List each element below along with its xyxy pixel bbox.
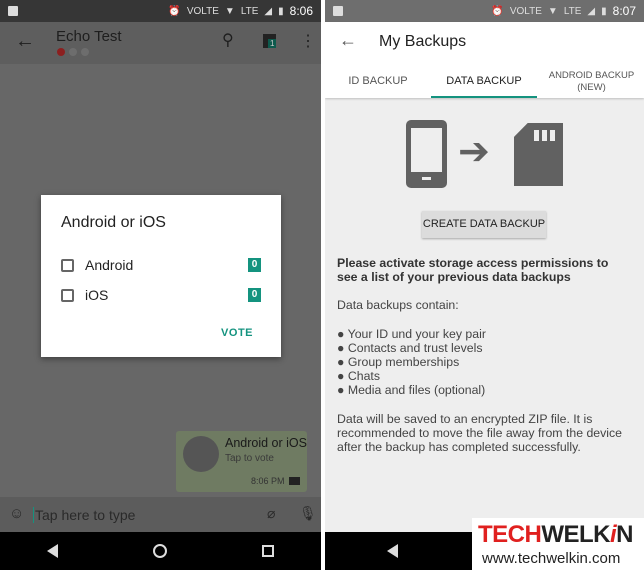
tab-android-backup[interactable]: ANDROID BACKUP (NEW) <box>539 70 644 94</box>
toolbar: ← Echo Test ⚲ 1 ⋮ <box>0 22 321 64</box>
image-notification-icon <box>333 6 343 16</box>
page-title: My Backups <box>379 33 467 50</box>
poll-option-android[interactable]: Android 0 <box>61 257 261 273</box>
signal-icon: ◢ <box>264 5 273 17</box>
battery-icon: ▮ <box>601 5 607 17</box>
contains-list: ● Your ID und your key pair ● Contacts a… <box>337 327 632 397</box>
volte-icon: VOLTE <box>186 5 219 17</box>
more-options-icon[interactable]: ⋮ <box>300 31 316 51</box>
active-tab-indicator <box>431 96 537 98</box>
permission-text: Please activate storage access permissio… <box>337 256 609 284</box>
battery-icon: ▮ <box>278 5 284 17</box>
navigation-bar <box>0 532 321 570</box>
signal-icon: ◢ <box>587 5 596 17</box>
status-bar: ⏰ VOLTE ▼ LTE ◢ ▮ 8:07 <box>325 0 644 22</box>
alarm-icon: ⏰ <box>168 5 181 17</box>
poll-option-ios[interactable]: iOS 0 <box>61 287 261 303</box>
poll-badge: 1 <box>268 39 277 48</box>
wifi-icon: ▼ <box>547 5 558 17</box>
vote-button[interactable]: VOTE <box>221 327 253 339</box>
list-item: ● Chats <box>337 369 380 383</box>
status-dots <box>57 48 89 56</box>
list-item: ● Media and files (optional) <box>337 383 486 397</box>
lte-signal-icon: LTE <box>240 5 259 17</box>
back-nav-icon[interactable] <box>387 544 398 558</box>
chat-title: Echo Test <box>56 28 122 45</box>
list-item: ● Your ID und your key pair <box>337 327 486 341</box>
list-item: ● Group memberships <box>337 355 460 369</box>
vote-count: 0 <box>248 258 261 272</box>
echo-chat-screen: ⏰ VOLTE ▼ LTE ◢ ▮ 8:06 ← Echo Test ⚲ 1 ⋮… <box>0 0 321 570</box>
arrow-right-icon: ➔ <box>458 131 490 173</box>
home-nav-icon[interactable] <box>152 544 167 558</box>
poll-avatar-icon <box>183 436 219 472</box>
message-title: Android or iOS <box>225 436 307 450</box>
message-subtitle: Tap to vote <box>225 453 274 464</box>
clock: 8:06 <box>289 4 313 18</box>
checkbox[interactable] <box>61 258 74 272</box>
phone-icon <box>406 120 447 188</box>
recents-nav-icon[interactable] <box>261 545 274 557</box>
message-input[interactable]: Tap here to type <box>33 507 135 523</box>
image-notification-icon <box>8 6 18 16</box>
clock: 8:07 <box>612 4 636 18</box>
option-label: iOS <box>85 287 109 303</box>
emoji-icon[interactable]: ☺ <box>9 505 24 522</box>
back-nav-icon[interactable] <box>47 544 59 558</box>
wifi-icon: ▼ <box>224 5 235 17</box>
attach-icon[interactable]: ⌀ <box>267 505 275 522</box>
option-label: Android <box>85 257 134 273</box>
envelope-icon <box>289 477 300 485</box>
poll-title: Android or iOS <box>61 214 166 231</box>
microphone-icon[interactable]: 🎙 <box>299 505 317 522</box>
tab-data-backup[interactable]: DATA BACKUP <box>431 75 537 87</box>
search-icon[interactable]: ⚲ <box>222 30 234 50</box>
lte-signal-icon: LTE <box>563 5 582 17</box>
watermark-url: www.techwelkin.com <box>482 550 621 567</box>
header: ← My Backups ID BACKUP DATA BACKUP ANDRO… <box>325 22 644 98</box>
poll-dialog: Android or iOS Android 0 iOS 0 VOTE <box>41 195 281 357</box>
poll-message[interactable]: Android or iOS Tap to vote 8:06 PM <box>176 431 307 492</box>
techwelkin-watermark: TECHWELKiN www.techwelkin.com <box>472 518 644 570</box>
footer-text: Data will be saved to an encrypted ZIP f… <box>337 412 623 454</box>
contains-heading: Data backups contain: <box>337 298 459 312</box>
status-bar: ⏰ VOLTE ▼ LTE ◢ ▮ 8:06 <box>0 0 321 22</box>
message-input-bar: ☺ Tap here to type ⌀ 🎙 <box>0 497 321 532</box>
volte-icon: VOLTE <box>509 5 542 17</box>
my-backups-screen: ⏰ VOLTE ▼ LTE ◢ ▮ 8:07 ← My Backups ID B… <box>325 0 644 570</box>
message-time: 8:06 PM <box>251 476 285 486</box>
alarm-icon: ⏰ <box>491 5 504 17</box>
checkbox[interactable] <box>61 288 74 302</box>
vote-count: 0 <box>248 288 261 302</box>
tab-id-backup[interactable]: ID BACKUP <box>325 75 431 87</box>
poll-icon[interactable]: 1 <box>263 34 277 48</box>
back-arrow-icon[interactable]: ← <box>15 30 35 53</box>
list-item: ● Contacts and trust levels <box>337 341 483 355</box>
back-arrow-icon[interactable]: ← <box>339 30 357 51</box>
watermark-logo: TECHWELKiN <box>478 521 634 548</box>
create-data-backup-button[interactable]: CREATE DATA BACKUP <box>422 211 546 238</box>
sd-card-icon <box>514 123 563 186</box>
